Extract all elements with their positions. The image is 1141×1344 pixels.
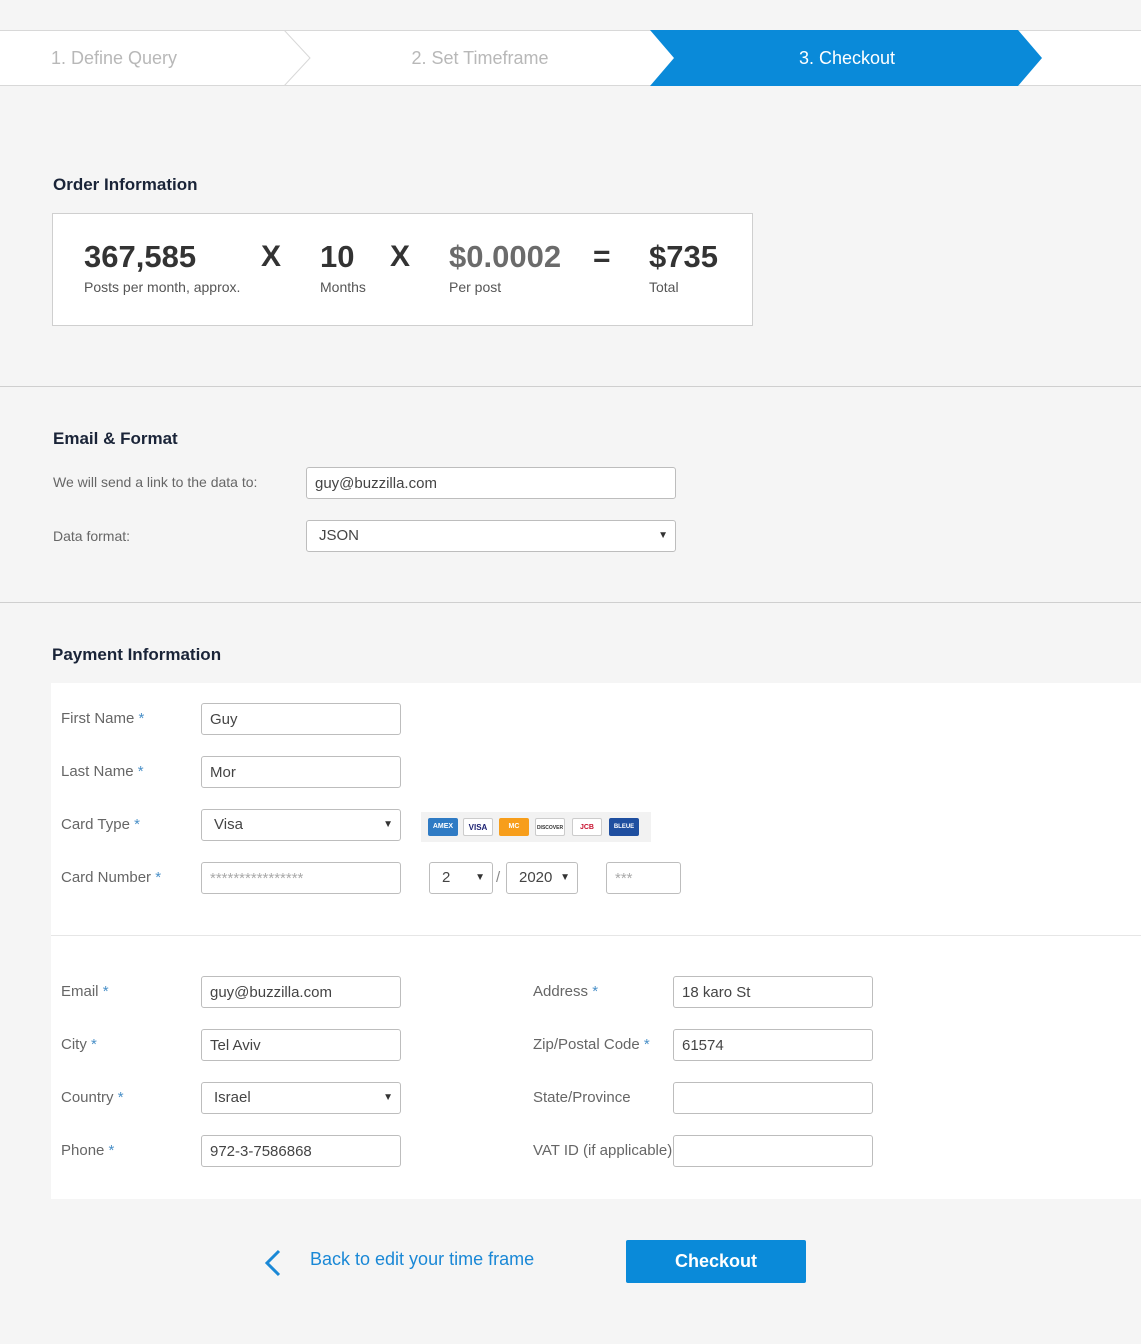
card-type-value: Visa	[214, 816, 243, 833]
total-value: $735	[649, 239, 718, 274]
exp-year-value: 2020	[519, 869, 553, 886]
carte-bleue-icon: BLEUE	[609, 818, 639, 836]
chevron-left-icon[interactable]	[262, 1248, 284, 1278]
section-divider	[0, 386, 1141, 387]
country-value: Israel	[214, 1089, 251, 1106]
chevron-down-icon: ▼	[383, 1092, 393, 1103]
total-summary: $735 Total	[649, 238, 718, 295]
mastercard-icon: MC	[499, 818, 529, 836]
address-input[interactable]	[673, 976, 873, 1008]
checkout-button[interactable]: Checkout	[626, 1240, 806, 1283]
state-label: State/Province	[533, 1089, 631, 1106]
back-to-timeframe-link[interactable]: Back to edit your time frame	[310, 1249, 534, 1270]
exp-year-select[interactable]: 2020 ▼	[506, 862, 578, 894]
accepted-cards: AMEX VISA MC DISCOVER JCB BLEUE	[421, 812, 651, 842]
months-value: 10	[320, 239, 355, 274]
last-name-input[interactable]	[201, 756, 401, 788]
zip-label: Zip/Postal Code *	[533, 1036, 650, 1053]
card-type-select[interactable]: Visa ▼	[201, 809, 401, 841]
months-summary: 10 Months	[320, 238, 366, 295]
jcb-icon: JCB	[572, 818, 602, 836]
total-label: Total	[649, 279, 679, 295]
zip-input[interactable]	[673, 1029, 873, 1061]
months-label: Months	[320, 279, 366, 295]
visa-icon: VISA	[463, 818, 493, 836]
card-number-input[interactable]	[201, 862, 401, 894]
last-name-label: Last Name *	[61, 763, 144, 780]
card-type-label: Card Type *	[61, 816, 140, 833]
payment-panel-divider	[51, 935, 1141, 936]
chevron-down-icon: ▼	[560, 872, 570, 883]
city-label: City *	[61, 1036, 97, 1053]
first-name-input[interactable]	[201, 703, 401, 735]
cvv-input[interactable]	[606, 862, 681, 894]
vat-label: VAT ID (if applicable)	[533, 1142, 673, 1159]
phone-input[interactable]	[201, 1135, 401, 1167]
data-format-label: Data format:	[53, 528, 131, 544]
amex-icon: AMEX	[428, 818, 458, 836]
section-divider-2	[0, 602, 1141, 603]
price-summary: $0.0002 Per post	[449, 238, 561, 295]
state-input[interactable]	[673, 1082, 873, 1114]
country-label: Country *	[61, 1089, 124, 1106]
chevron-down-icon: ▼	[475, 872, 485, 883]
send-link-email-input[interactable]	[306, 467, 676, 499]
order-information-heading: Order Information	[53, 175, 198, 194]
vat-input[interactable]	[673, 1135, 873, 1167]
send-link-label: We will send a link to the data to:	[53, 474, 258, 490]
card-number-label: Card Number *	[61, 869, 162, 886]
chevron-down-icon: ▼	[383, 819, 393, 830]
exp-month-value: 2	[442, 869, 451, 886]
data-format-select[interactable]: JSON ▼	[306, 520, 676, 552]
email-format-heading: Email & Format	[53, 429, 178, 448]
posts-value: 367,585	[84, 239, 197, 274]
step-define-query[interactable]: 1. Define Query	[0, 31, 228, 85]
data-format-value: JSON	[319, 527, 360, 544]
chevron-down-icon: ▼	[658, 530, 668, 541]
step-set-timeframe[interactable]: 2. Set Timeframe	[310, 31, 650, 85]
posts-summary: 367,585 Posts per month, approx.	[84, 238, 240, 295]
order-summary-box: 367,585 Posts per month, approx. X 10 Mo…	[52, 213, 753, 326]
email-label: Email *	[61, 983, 109, 1000]
checkout-stepper: 1. Define Query 2. Set Timeframe 3. Chec…	[0, 30, 1141, 86]
city-input[interactable]	[201, 1029, 401, 1061]
discover-icon: DISCOVER	[535, 818, 565, 836]
price-value: $0.0002	[449, 239, 562, 274]
payment-information-heading: Payment Information	[52, 645, 222, 664]
price-label: Per post	[449, 279, 502, 295]
posts-label: Posts per month, approx.	[84, 279, 241, 295]
first-name-label: First Name *	[61, 710, 145, 727]
phone-label: Phone *	[61, 1142, 115, 1159]
address-label: Address *	[533, 983, 599, 1000]
exp-month-select[interactable]: 2 ▼	[429, 862, 493, 894]
multiply-operator-2: X	[390, 240, 411, 273]
step-separator-icon	[283, 30, 311, 86]
exp-separator: /	[496, 869, 501, 886]
step-checkout[interactable]: 3. Checkout	[652, 31, 1042, 85]
equals-operator: =	[593, 240, 611, 273]
email-input[interactable]	[201, 976, 401, 1008]
country-select[interactable]: Israel ▼	[201, 1082, 401, 1114]
multiply-operator: X	[261, 240, 282, 273]
